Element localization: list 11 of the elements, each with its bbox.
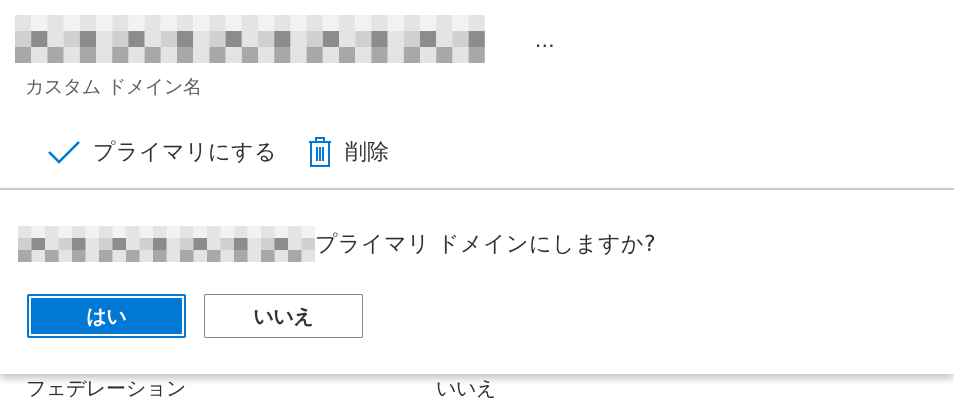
no-button[interactable]: いいえ [204, 294, 363, 338]
row-value: いいえ [436, 378, 496, 398]
checkmark-icon [47, 140, 81, 164]
trash-icon [307, 136, 333, 168]
row-label: フェデレーション [26, 378, 186, 398]
subtitle: カスタム ドメイン名 [25, 75, 204, 100]
more-button[interactable]: … [534, 30, 555, 50]
yes-button[interactable]: はい [27, 294, 186, 338]
confirm-message: プライマリ ドメインにしますか? [315, 230, 656, 258]
make-primary-button[interactable]: プライマリにする [39, 132, 285, 172]
delete-button[interactable]: 削除 [299, 132, 397, 172]
